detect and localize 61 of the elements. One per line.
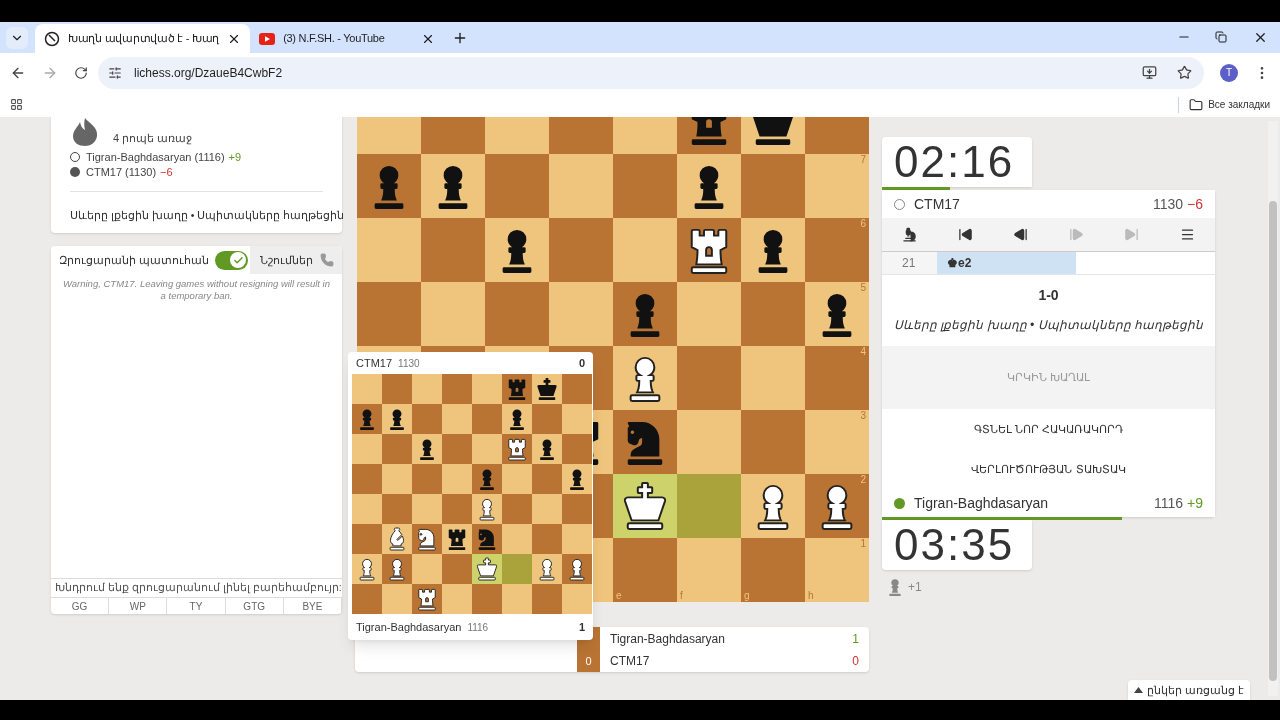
player-rating: 1130 xyxy=(398,356,420,371)
rating-change: +9 xyxy=(1187,493,1203,513)
chat-tab[interactable]: Զրուցարանի պատուհան xyxy=(51,246,250,274)
material-diff: +1 xyxy=(908,579,922,596)
tab-title: (3) N.F.SH. - YouTube xyxy=(283,31,386,47)
player-rating: 1130 xyxy=(1152,194,1184,214)
player-score: 1 xyxy=(852,630,859,648)
preset-message[interactable]: WP xyxy=(109,598,168,614)
rank-label: 4 xyxy=(860,347,866,357)
rating-change: −6 xyxy=(160,164,173,180)
rank-label: 6 xyxy=(860,219,866,229)
player-name: Tigran-Baghdasaryan xyxy=(914,493,1049,513)
rating-change: −6 xyxy=(1187,194,1203,214)
player-score: 1 xyxy=(578,619,585,635)
browser-tab[interactable]: Խաղն ավարտված է - Խաղ xyxy=(35,24,251,53)
tab-title: Խաղն ավարտված է - Խաղ xyxy=(68,31,220,47)
url-text: lichess.org/DzaueB4CwbF2 xyxy=(134,64,283,82)
rating-change: +9 xyxy=(228,149,242,165)
chat-warning: Warning, CTM17. Leaving games without resigning will result in a temporary ban. xyxy=(62,277,331,302)
player-name: CTM17 xyxy=(356,355,393,371)
action-button[interactable]: ԳՏՆԵԼ ՆՈՐ ՀԱԿԱՌԱԿՈՐԴ xyxy=(882,409,1215,449)
file-label: g xyxy=(744,591,750,601)
browser-tab[interactable]: (3) N.F.SH. - YouTube xyxy=(250,24,445,53)
player-name: CTM17 xyxy=(610,652,650,670)
player-score: 0 xyxy=(852,652,859,670)
player-rating: 1116 xyxy=(1153,493,1184,513)
preset-message[interactable]: BYE xyxy=(283,598,342,614)
file-label: f xyxy=(680,591,683,601)
clock: 03:35 xyxy=(882,520,1032,570)
rank-label: 7 xyxy=(860,155,866,165)
clock: 02:16 xyxy=(882,137,1032,187)
file-label: e xyxy=(616,591,622,601)
friends-online-chip[interactable]: ընկեր առցանց է xyxy=(1127,680,1250,700)
preset-message[interactable]: GTG xyxy=(225,598,284,614)
game-status: Սևերը լքեցին խաղը • Սպիտակները հաղթեցին xyxy=(894,317,1203,334)
rank-label: 3 xyxy=(860,411,866,421)
game-result: 1-0 xyxy=(1038,286,1059,305)
chat-input-hint[interactable]: Խնդրում ենք զրուցարանում լինել բարեհամբույր: xyxy=(51,578,342,597)
game-status: Սևերը լքեցին խաղը • Սպիտակները հաղթեցին xyxy=(70,208,345,221)
bookmarks-folder[interactable]: Все закладки xyxy=(1189,97,1270,112)
player-score: 0 xyxy=(578,355,585,371)
player-name: Tigran-Baghdasaryan (1116) xyxy=(86,149,225,165)
rank-label: 5 xyxy=(860,283,866,293)
file-label: h xyxy=(808,591,814,601)
action-button[interactable]: ՎԵՐԼՈՒԾՈՒԹՅԱՆ ՏԱԽՏԱԿ xyxy=(882,449,1215,489)
move-entry[interactable]: ♚e2 xyxy=(937,252,1076,274)
player-name: CTM17 (1130) xyxy=(86,164,157,180)
preset-message[interactable]: GG xyxy=(51,598,110,614)
time-ago: 4 րոպե առաջ xyxy=(113,131,193,147)
strip-score: 0 xyxy=(585,653,592,669)
rank-label: 2 xyxy=(860,475,866,485)
chat-tab[interactable]: Նշումներ xyxy=(250,246,342,274)
rank-label: 1 xyxy=(860,539,866,549)
move-number: 21 xyxy=(882,252,937,274)
preset-message[interactable]: TY xyxy=(167,598,226,614)
player-rating: 1116 xyxy=(467,620,489,635)
player-name: CTM17 xyxy=(914,194,960,214)
address-bar[interactable]: lichess.org/DzaueB4CwbF2 xyxy=(98,56,1204,89)
player-name: Tigran-Baghdasaryan xyxy=(356,619,462,635)
profile-avatar[interactable]: T xyxy=(1220,63,1238,82)
player-name: Tigran-Baghdasaryan xyxy=(610,630,725,648)
